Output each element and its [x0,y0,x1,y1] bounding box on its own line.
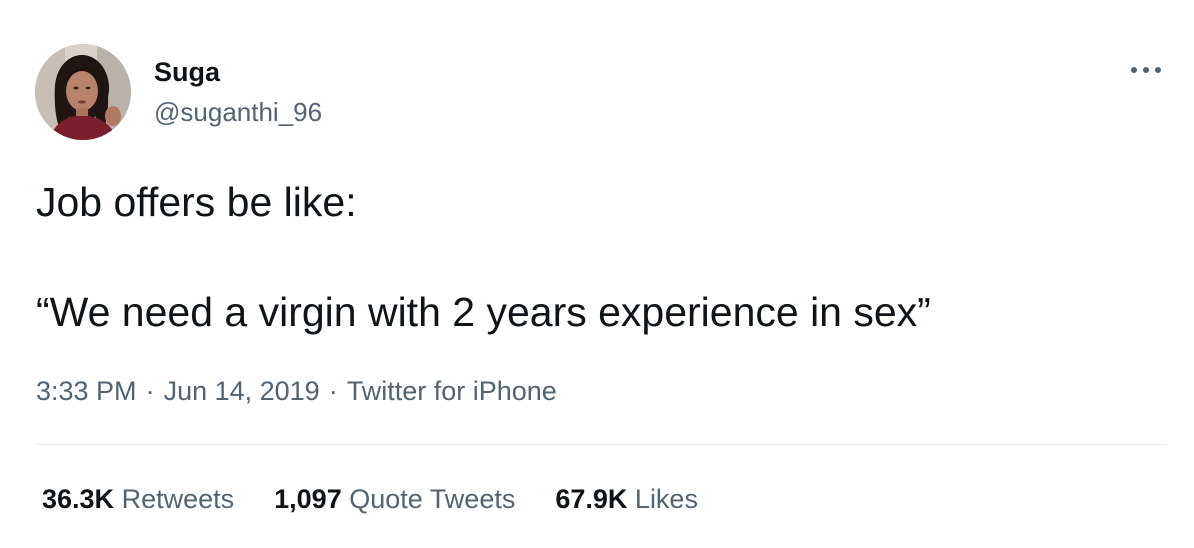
tweet-stats: 36.3K Retweets 1,097 Quote Tweets 67.9K … [42,482,698,516]
avatar-image [35,44,131,140]
more-dots [1131,67,1161,73]
meta-separator: · [145,376,155,406]
likes-stat[interactable]: 67.9K Likes [555,482,698,516]
retweets-label: Retweets [121,484,235,514]
tweet-meta: 3:33 PM · Jun 14, 2019 · Twitter for iPhone [36,374,557,408]
likes-count: 67.9K [555,484,628,514]
quote-tweets-label: Quote Tweets [349,484,516,514]
divider [36,444,1166,445]
tweet-card: Suga @suganthi_96 Job offers be like: “W… [0,0,1194,548]
retweets-count: 36.3K [42,484,115,514]
display-name[interactable]: Suga [154,56,220,88]
avatar[interactable] [35,44,131,140]
more-horizontal-icon[interactable] [1128,58,1164,82]
tweet-text-line-2: “We need a virgin with 2 years experienc… [36,289,931,335]
tweet-time[interactable]: 3:33 PM [36,376,137,406]
tweet-date[interactable]: Jun 14, 2019 [164,376,320,406]
quote-tweets-count: 1,097 [274,484,342,514]
tweet-source-link[interactable]: Twitter for iPhone [347,376,557,406]
quote-tweets-stat[interactable]: 1,097 Quote Tweets [274,482,515,516]
likes-label: Likes [634,484,698,514]
tweet-text-line-1: Job offers be like: [36,179,357,225]
retweets-stat[interactable]: 36.3K Retweets [42,482,234,516]
meta-separator: · [328,376,338,406]
user-handle[interactable]: @suganthi_96 [154,96,322,128]
